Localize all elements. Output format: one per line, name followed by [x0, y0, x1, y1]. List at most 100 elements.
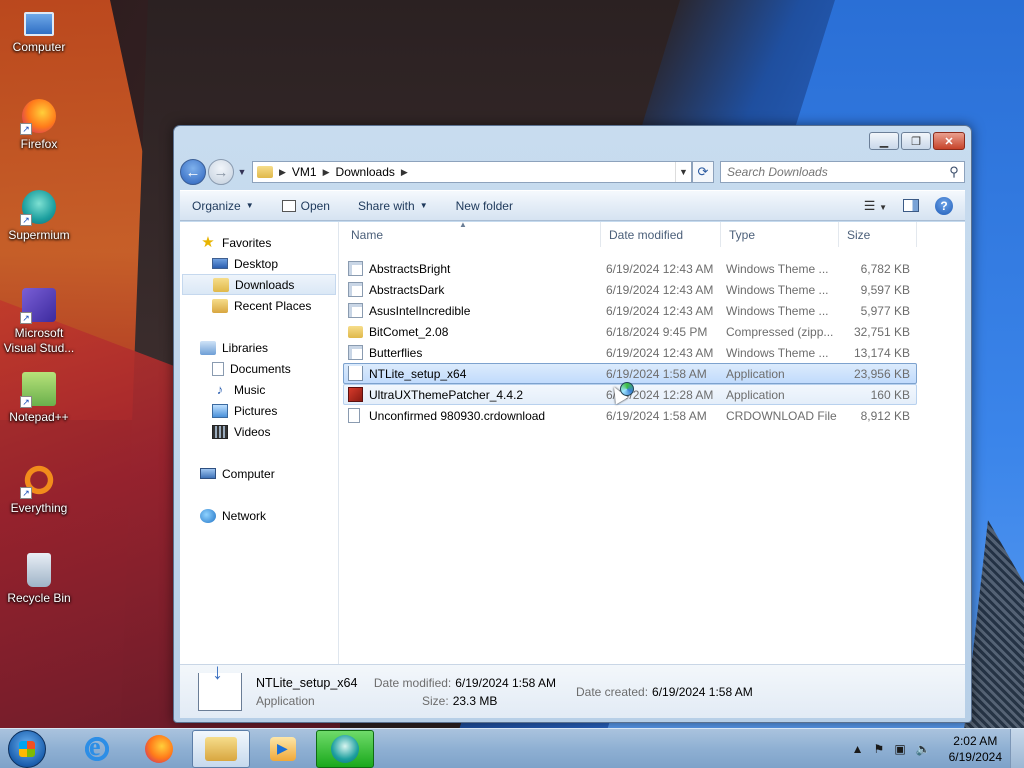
desktop-icon-label: Everything — [10, 501, 68, 515]
share-with-label: Share with — [357, 198, 415, 213]
network-icon — [200, 508, 216, 523]
setup-icon — [348, 366, 363, 381]
refresh-button[interactable]: ⟳ — [692, 161, 714, 183]
internet-explorer-icon — [83, 732, 111, 763]
change-view-button[interactable]: ☰ ▼ — [864, 198, 887, 214]
clock-time: 2:02 AM — [953, 733, 998, 748]
taskbar-media-player-button[interactable] — [254, 730, 312, 768]
nav-item-videos[interactable]: Videos — [180, 421, 338, 442]
nav-item-label: Pictures — [234, 403, 278, 418]
theme-file-icon — [348, 303, 363, 318]
file-size: 23,956 KB — [853, 366, 910, 381]
theme-file-icon — [348, 282, 363, 297]
search-icon[interactable]: ⚲ — [944, 164, 964, 180]
maximize-button[interactable]: ❐ — [901, 132, 931, 150]
details-size-label: Size: — [422, 693, 449, 708]
back-arrow-icon: ← — [185, 163, 201, 181]
help-button[interactable]: ? — [935, 196, 953, 215]
nav-item-label: Libraries — [222, 340, 269, 355]
desktop-icon-notepadplusplus[interactable]: ↗ Notepad++ — [0, 372, 78, 425]
taskbar-firefox-button[interactable] — [130, 730, 188, 768]
desktop-icon-visual-studio[interactable]: ↗ Microsoft Visual Stud... — [0, 288, 78, 356]
desktop-icon-supermium[interactable]: ↗ Supermium — [0, 190, 78, 243]
forward-button[interactable]: → — [208, 159, 234, 185]
column-header-type[interactable]: Type — [721, 222, 839, 247]
breadcrumb-separator-icon[interactable]: ▶ — [401, 167, 408, 178]
organize-button[interactable]: Organize ▼ — [192, 199, 254, 213]
breadcrumb-separator-icon[interactable]: ▶ — [279, 167, 286, 178]
preview-pane-button[interactable] — [903, 199, 919, 212]
nav-item-favorites[interactable]: ★ Favorites — [180, 232, 338, 253]
nav-item-label: Network — [222, 508, 267, 523]
share-with-button[interactable]: Share with ▼ — [358, 199, 428, 213]
file-row[interactable]: AsusIntelIncredible 6/19/2024 12:43 AM W… — [343, 300, 917, 321]
nav-item-computer[interactable]: Computer — [180, 463, 338, 484]
breadcrumb-separator-icon[interactable]: ▶ — [323, 167, 330, 178]
close-button[interactable]: ✕ — [933, 132, 965, 150]
desktop-icon-label: Computer — [12, 40, 66, 54]
system-tray: ▲ ⚑ ▣ 🔈 2:02 AM 6/19/2024 — [852, 733, 1010, 765]
desktop-icon-everything[interactable]: ↗ Everything — [0, 463, 78, 516]
computer-icon — [200, 468, 216, 479]
busy-spinner-icon — [620, 382, 634, 396]
file-name: AbstractsDark — [369, 282, 445, 297]
taskbar-ie-button[interactable] — [68, 730, 126, 768]
file-size: 160 KB — [870, 387, 910, 402]
details-date-created: 6/19/2024 1:58 AM — [652, 684, 753, 699]
file-row[interactable]: AbstractsBright 6/19/2024 12:43 AM Windo… — [343, 258, 917, 279]
details-date-created-label: Date created: — [576, 684, 649, 699]
navigation-pane[interactable]: ★ Favorites Desktop Downloads Recent Pla… — [180, 222, 339, 664]
search-input[interactable] — [727, 165, 944, 179]
recent-pages-dropdown[interactable]: ▼ — [236, 167, 248, 177]
nav-item-downloads[interactable]: Downloads — [182, 274, 336, 295]
desktop-icon-label: Firefox — [20, 137, 58, 151]
show-hidden-icons-button[interactable]: ▲ — [852, 742, 864, 756]
file-row[interactable]: Unconfirmed 980930.crdownload 6/19/2024 … — [343, 405, 917, 426]
notepadplusplus-icon: ↗ — [20, 372, 56, 408]
nav-item-pictures[interactable]: Pictures — [180, 400, 338, 421]
file-row[interactable]: Butterflies 6/19/2024 12:43 AM Windows T… — [343, 342, 917, 363]
breadcrumb-vm1[interactable]: VM1 — [292, 165, 317, 179]
address-bar[interactable]: ▶ VM1 ▶ Downloads ▶ ▼ — [252, 161, 692, 183]
details-date-modified: 6/19/2024 1:58 AM — [455, 675, 556, 690]
network-status-icon[interactable]: ▣ — [894, 742, 905, 756]
minimize-button[interactable]: ▁ — [869, 132, 899, 150]
show-desktop-button[interactable] — [1010, 728, 1024, 768]
start-button[interactable] — [8, 729, 46, 768]
details-size: 23.3 MB — [452, 693, 498, 708]
address-dropdown-button[interactable]: ▼ — [675, 162, 691, 182]
close-icon: ✕ — [944, 135, 954, 148]
nav-item-label: Downloads — [235, 277, 295, 292]
file-row[interactable]: AbstractsDark 6/19/2024 12:43 AM Windows… — [343, 279, 917, 300]
breadcrumb-downloads[interactable]: Downloads — [336, 165, 395, 179]
supermium-icon: ↗ — [20, 190, 56, 226]
back-button[interactable]: ← — [180, 159, 206, 185]
clock[interactable]: 2:02 AM 6/19/2024 — [949, 733, 1002, 765]
search-box[interactable]: ⚲ — [720, 161, 965, 183]
volume-muted-icon[interactable]: 🔈 — [916, 742, 931, 756]
column-header-size[interactable]: Size — [839, 222, 917, 247]
nav-item-desktop[interactable]: Desktop — [180, 253, 338, 274]
taskbar-explorer-button[interactable] — [192, 729, 250, 768]
nav-item-network[interactable]: Network — [180, 505, 338, 526]
file-row-selected[interactable]: NTLite_setup_x64 6/19/2024 1:58 AM Appli… — [343, 363, 917, 384]
desktop-icon-firefox[interactable]: ↗ Firefox — [0, 99, 78, 152]
column-header-date-modified[interactable]: Date modified — [601, 222, 721, 247]
nav-item-recent-places[interactable]: Recent Places — [180, 295, 338, 316]
explorer-window[interactable]: ▁ ❐ ✕ ← → ▼ ▶ VM1 ▶ Downloads ▶ ▼ ⟳ ⚲ Or… — [173, 125, 972, 723]
open-button[interactable]: Open — [281, 199, 330, 213]
file-name: BitComet_2.08 — [369, 324, 449, 339]
nav-item-music[interactable]: ♪ Music — [180, 379, 338, 400]
column-header-name[interactable]: Name — [339, 222, 601, 247]
new-folder-button[interactable]: New folder — [456, 199, 513, 213]
nav-item-libraries[interactable]: Libraries — [180, 337, 338, 358]
taskbar-supermium-button[interactable] — [316, 729, 374, 768]
desktop-icon-recycle-bin[interactable]: Recycle Bin — [0, 553, 78, 606]
file-list-pane[interactable]: ▲ Name Date modified Type Size Abstracts… — [339, 220, 965, 664]
file-date: 6/19/2024 12:43 AM — [606, 345, 714, 360]
nav-item-documents[interactable]: Documents — [180, 358, 338, 379]
desktop-icon-computer[interactable]: Computer — [0, 8, 78, 55]
action-center-flag-icon[interactable]: ⚑ — [874, 742, 885, 756]
file-row[interactable]: BitComet_2.08 6/18/2024 9:45 PM Compress… — [343, 321, 917, 342]
file-name: NTLite_setup_x64 — [369, 366, 467, 381]
